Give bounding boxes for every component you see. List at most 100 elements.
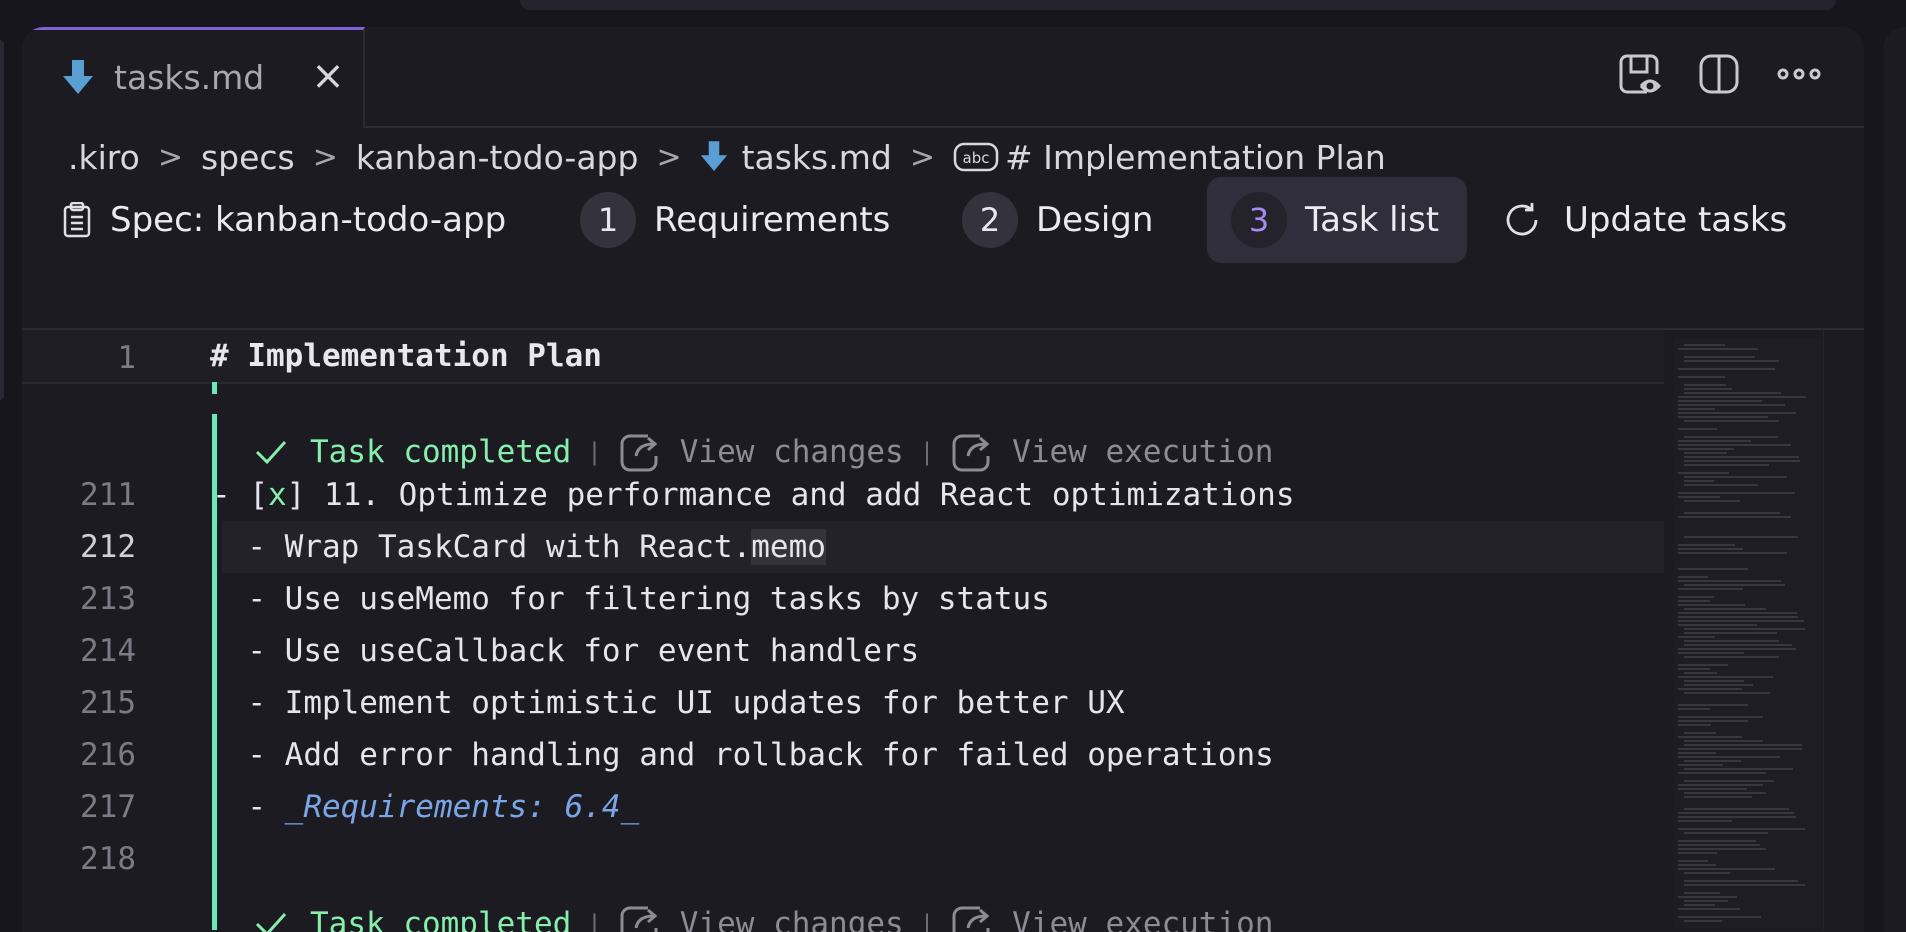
spec-bar: Spec: kanban-todo-app 1 Requirements 2 D… — [22, 177, 1864, 277]
task-codelens-next: Task completed | View changes | View exe… — [254, 898, 1273, 932]
minimap-line — [1678, 852, 1717, 854]
scrollbar[interactable] — [1823, 330, 1864, 930]
breadcrumb-separator: > — [656, 139, 682, 175]
task-completed-status: Task completed — [310, 434, 572, 470]
split-editor-icon[interactable] — [1694, 49, 1744, 99]
minimap-line — [1684, 780, 1774, 782]
breadcrumb-kanban-todo-app[interactable]: kanban-todo-app — [356, 138, 639, 177]
code-line[interactable]: 214 - Use useCallback for event handlers — [22, 625, 1664, 677]
minimap-line — [1684, 608, 1766, 610]
line-number: 211 — [80, 477, 136, 513]
code-editor[interactable]: 1 # Implementation Plan Task completed | — [22, 330, 1864, 932]
minimap-line — [1678, 748, 1802, 750]
minimap-line — [1684, 512, 1780, 514]
view-execution-link[interactable]: View execution — [950, 902, 1273, 932]
code-line[interactable]: 216 - Add error handling and rollback fo… — [22, 729, 1664, 781]
breadcrumb-kiro[interactable]: .kiro — [68, 138, 140, 177]
check-icon — [254, 438, 288, 466]
minimap-line — [1684, 692, 1770, 694]
minimap-line — [1684, 740, 1763, 742]
line-text: - Wrap TaskCard with React.memo — [210, 529, 826, 565]
line-number: 1 — [117, 340, 136, 376]
minimap-line — [1684, 388, 1732, 390]
minimap-line — [1678, 496, 1720, 498]
step-design[interactable]: 2 Design — [962, 177, 1153, 263]
step-task-list[interactable]: 3 Task list — [1207, 177, 1467, 263]
step-label: Task list — [1305, 200, 1440, 240]
step-label: Requirements — [654, 200, 891, 240]
view-execution-label: View execution — [1012, 906, 1274, 932]
view-changes-label: View changes — [679, 906, 904, 932]
minimap-line — [1678, 908, 1740, 910]
minimap-line — [1684, 476, 1787, 478]
minimap-line — [1678, 860, 1708, 862]
minimap-line — [1678, 848, 1766, 850]
close-icon[interactable]: × — [308, 52, 348, 100]
minimap-line — [1678, 896, 1737, 898]
breadcrumb-specs[interactable]: specs — [201, 138, 295, 177]
minimap-line — [1684, 832, 1768, 834]
line-text-part: - Wrap TaskCard with React. — [210, 529, 752, 565]
breadcrumb-tasks-md[interactable]: tasks.md — [742, 138, 892, 177]
minimap-line — [1678, 788, 1747, 790]
minimap-line — [1678, 624, 1757, 626]
minimap[interactable] — [1674, 338, 1824, 928]
view-changes-link[interactable]: View changes — [618, 902, 904, 932]
minimap-line — [1678, 600, 1710, 602]
view-changes-link[interactable]: View changes — [618, 430, 904, 474]
minimap-line — [1684, 808, 1789, 810]
minimap-line — [1678, 752, 1716, 754]
line-text-part: - — [210, 789, 285, 825]
minimap-line — [1684, 456, 1799, 458]
task-title: ] 11. Optimize performance and add React… — [286, 477, 1295, 513]
clipboard-icon — [62, 202, 92, 238]
minimap-line — [1684, 656, 1779, 658]
minimap-line — [1678, 400, 1762, 402]
update-tasks-label: Update tasks — [1564, 200, 1788, 240]
breadcrumb-heading[interactable]: # Implementation Plan — [1005, 138, 1386, 177]
code-line[interactable]: 211 - [x] 11. Optimize performance and a… — [22, 469, 1664, 521]
minimap-line — [1678, 348, 1758, 350]
breadcrumb-separator: > — [157, 139, 183, 175]
minimap-line — [1678, 548, 1743, 550]
minimap-line — [1678, 576, 1708, 578]
view-execution-link[interactable]: View execution — [950, 430, 1273, 474]
task-completed-status: Task completed — [310, 906, 572, 932]
minimap-line — [1678, 516, 1791, 518]
line-number: 215 — [80, 685, 136, 721]
lens-separator: | — [587, 438, 602, 466]
preview-icon[interactable] — [1614, 49, 1664, 99]
minimap-line — [1684, 436, 1778, 438]
step-requirements[interactable]: 1 Requirements — [580, 177, 890, 263]
code-line[interactable]: 213 - Use useMemo for filtering tasks by… — [22, 573, 1664, 625]
requirements-ref: _Requirements: 6.4_ — [284, 789, 640, 825]
minimap-line — [1678, 596, 1714, 598]
minimap-line — [1684, 768, 1793, 770]
minimap-line — [1678, 648, 1796, 650]
code-line[interactable]: 217 - _Requirements: 6.4_ — [22, 781, 1664, 833]
code-line-current[interactable]: 212 - Wrap TaskCard with React.memo — [80, 521, 1664, 573]
minimap-line — [1678, 844, 1760, 846]
minimap-line — [1678, 784, 1763, 786]
minimap-line — [1678, 816, 1796, 818]
minimap-line — [1678, 492, 1795, 494]
command-center-strip[interactable] — [520, 0, 1836, 10]
minimap-line — [1684, 920, 1722, 922]
minimap-line — [1684, 420, 1779, 422]
lens-separator: | — [919, 438, 935, 466]
minimap-line — [1684, 464, 1769, 466]
line-number: 214 — [80, 633, 136, 669]
refresh-icon — [1502, 200, 1542, 240]
tab-tasks-md[interactable]: tasks.md × — [22, 27, 365, 128]
sticky-scroll-heading[interactable]: 1 # Implementation Plan — [22, 330, 1664, 384]
more-icon[interactable] — [1774, 49, 1824, 99]
task-checkbox-mark[interactable]: x — [268, 477, 287, 513]
minimap-line — [1678, 604, 1745, 606]
update-tasks-button[interactable]: Update tasks — [1502, 177, 1787, 263]
minimap-line — [1678, 668, 1710, 670]
symbol-string-icon: abc — [953, 142, 999, 172]
code-line[interactable]: 218 — [22, 833, 1664, 885]
minimap-line — [1684, 684, 1753, 686]
code-line[interactable]: 215 - Implement optimistic UI updates fo… — [22, 677, 1664, 729]
minimap-line — [1684, 460, 1800, 462]
